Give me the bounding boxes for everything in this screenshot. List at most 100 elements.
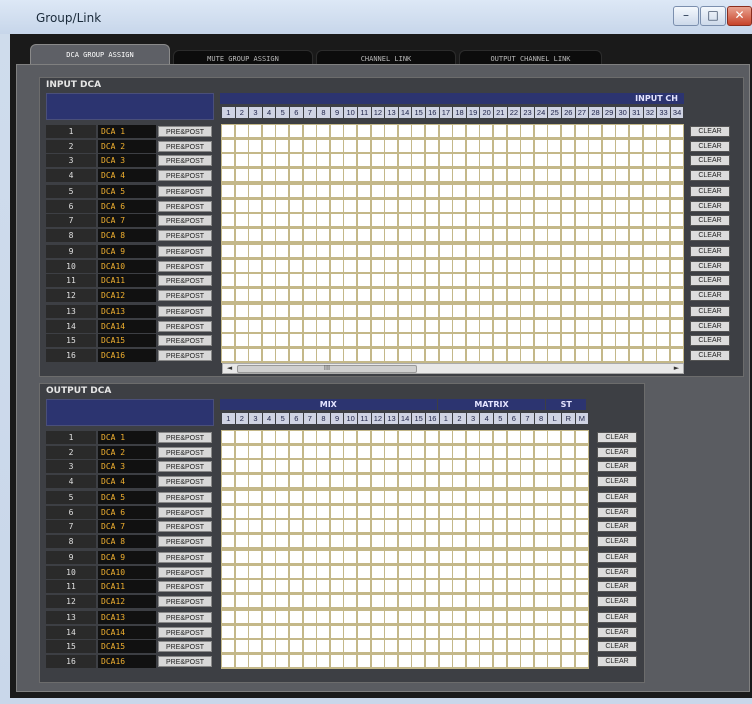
assign-cell[interactable] xyxy=(670,185,683,198)
assign-cell[interactable] xyxy=(290,580,302,593)
assign-cell[interactable] xyxy=(398,125,411,138)
assign-cell[interactable] xyxy=(303,305,316,318)
assign-cell[interactable] xyxy=(371,305,384,318)
assign-cell[interactable] xyxy=(562,520,574,533)
assign-cell[interactable] xyxy=(534,228,547,241)
assign-cell[interactable] xyxy=(385,319,398,332)
assign-cell[interactable] xyxy=(562,534,574,547)
assign-cell[interactable] xyxy=(439,565,452,578)
assign-cell[interactable] xyxy=(575,305,588,318)
dca-name[interactable]: DCA 2 xyxy=(98,445,156,459)
assign-cell[interactable] xyxy=(453,259,466,272)
assign-cell[interactable] xyxy=(494,199,506,212)
assign-cell[interactable] xyxy=(480,654,493,667)
assign-cell[interactable] xyxy=(494,139,506,152)
assign-cell[interactable] xyxy=(670,245,683,258)
assign-cell[interactable] xyxy=(412,168,425,181)
assign-cell[interactable] xyxy=(643,199,656,212)
pre-post-button[interactable]: PRE&POST xyxy=(158,506,212,518)
assign-cell[interactable] xyxy=(494,640,506,653)
assign-cell[interactable] xyxy=(507,288,520,301)
assign-cell[interactable] xyxy=(262,245,275,258)
assign-cell[interactable] xyxy=(562,611,574,624)
assign-cell[interactable] xyxy=(589,348,602,361)
assign-cell[interactable] xyxy=(276,565,289,578)
assign-cell[interactable] xyxy=(453,185,466,198)
assign-cell[interactable] xyxy=(249,474,262,487)
assign-cell[interactable] xyxy=(358,228,370,241)
assign-cell[interactable] xyxy=(439,228,452,241)
assign-cell[interactable] xyxy=(453,594,466,607)
assign-cell[interactable] xyxy=(548,125,561,138)
assign-cell[interactable] xyxy=(426,460,438,473)
clear-button[interactable]: CLEAR xyxy=(690,169,730,181)
assign-cell[interactable] xyxy=(235,185,248,198)
assign-cell[interactable] xyxy=(276,259,289,272)
close-button[interactable]: ✕ xyxy=(727,6,752,26)
assign-cell[interactable] xyxy=(616,154,629,167)
assign-cell[interactable] xyxy=(344,245,357,258)
assign-cell[interactable] xyxy=(303,125,316,138)
assign-cell[interactable] xyxy=(521,319,534,332)
assign-cell[interactable] xyxy=(480,214,493,227)
dca-name[interactable]: DCA16 xyxy=(98,654,156,668)
assign-cell[interactable] xyxy=(290,154,302,167)
assign-cell[interactable] xyxy=(249,654,262,667)
assign-cell[interactable] xyxy=(562,139,574,152)
assign-cell[interactable] xyxy=(439,185,452,198)
assign-cell[interactable] xyxy=(439,580,452,593)
clear-button[interactable]: CLEAR xyxy=(597,595,637,607)
assign-cell[interactable] xyxy=(575,168,588,181)
assign-cell[interactable] xyxy=(412,288,425,301)
assign-cell[interactable] xyxy=(466,491,479,504)
assign-cell[interactable] xyxy=(330,640,343,653)
assign-cell[interactable] xyxy=(358,431,370,444)
assign-cell[interactable] xyxy=(494,214,506,227)
assign-cell[interactable] xyxy=(303,640,316,653)
assign-cell[interactable] xyxy=(412,491,425,504)
dca-name[interactable]: DCA12 xyxy=(98,594,156,608)
assign-cell[interactable] xyxy=(276,199,289,212)
pre-post-button[interactable]: PRE&POST xyxy=(158,552,212,563)
assign-cell[interactable] xyxy=(371,288,384,301)
assign-cell[interactable] xyxy=(534,431,547,444)
assign-cell[interactable] xyxy=(439,520,452,533)
assign-cell[interactable] xyxy=(398,611,411,624)
assign-cell[interactable] xyxy=(657,228,670,241)
assign-cell[interactable] xyxy=(521,199,534,212)
assign-cell[interactable] xyxy=(385,491,398,504)
assign-cell[interactable] xyxy=(521,214,534,227)
pre-post-button[interactable]: PRE&POST xyxy=(158,461,212,473)
assign-cell[interactable] xyxy=(439,611,452,624)
assign-cell[interactable] xyxy=(630,125,642,138)
assign-cell[interactable] xyxy=(412,611,425,624)
assign-cell[interactable] xyxy=(426,534,438,547)
assign-cell[interactable] xyxy=(630,228,642,241)
assign-cell[interactable] xyxy=(385,520,398,533)
assign-cell[interactable] xyxy=(548,611,561,624)
assign-cell[interactable] xyxy=(249,520,262,533)
assign-cell[interactable] xyxy=(494,125,506,138)
assign-cell[interactable] xyxy=(290,185,302,198)
assign-cell[interactable] xyxy=(548,505,561,518)
assign-cell[interactable] xyxy=(303,288,316,301)
assign-cell[interactable] xyxy=(235,259,248,272)
assign-cell[interactable] xyxy=(466,259,479,272)
assign-cell[interactable] xyxy=(276,154,289,167)
assign-cell[interactable] xyxy=(534,580,547,593)
assign-cell[interactable] xyxy=(330,534,343,547)
assign-cell[interactable] xyxy=(670,139,683,152)
assign-cell[interactable] xyxy=(317,565,330,578)
assign-cell[interactable] xyxy=(290,228,302,241)
assign-cell[interactable] xyxy=(317,611,330,624)
clear-button[interactable]: CLEAR xyxy=(690,246,730,257)
assign-cell[interactable] xyxy=(344,228,357,241)
assign-cell[interactable] xyxy=(548,288,561,301)
assign-cell[interactable] xyxy=(453,445,466,458)
clear-button[interactable]: CLEAR xyxy=(597,535,637,547)
clear-button[interactable]: CLEAR xyxy=(597,521,637,533)
assign-cell[interactable] xyxy=(303,534,316,547)
assign-cell[interactable] xyxy=(398,551,411,564)
assign-cell[interactable] xyxy=(276,625,289,638)
assign-cell[interactable] xyxy=(303,228,316,241)
